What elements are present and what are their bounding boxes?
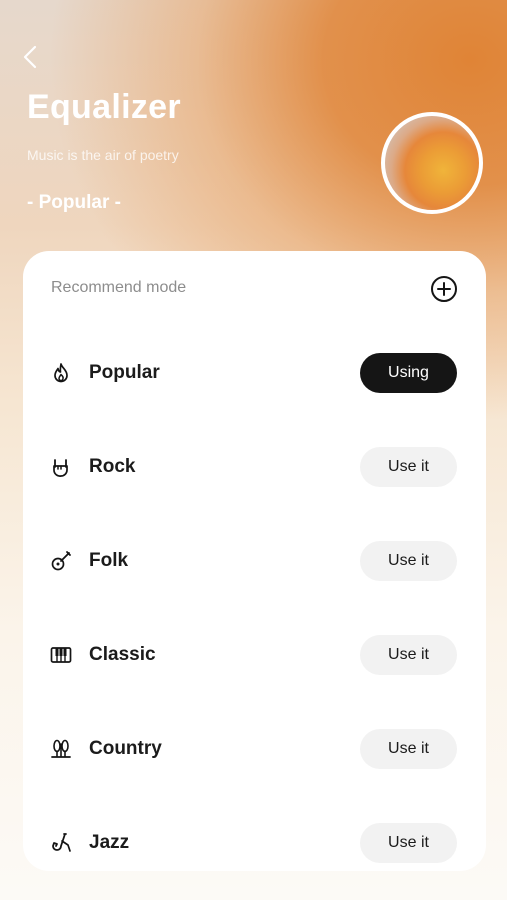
use-it-button-rock[interactable]: Use it <box>360 447 457 487</box>
add-mode-button[interactable] <box>430 275 458 303</box>
mode-row-folk: Folk Use it <box>23 541 486 581</box>
plus-circle-icon <box>431 276 457 302</box>
chevron-left-icon <box>23 45 37 69</box>
rock-hand-icon <box>53 459 68 477</box>
guitar-icon <box>51 551 71 571</box>
mode-name-rock: Rock <box>89 456 136 477</box>
mode-name-folk: Folk <box>89 550 129 571</box>
use-it-button-jazz[interactable]: Use it <box>360 823 457 863</box>
piano-keys-icon <box>50 647 72 663</box>
recommend-mode-heading: Recommend mode <box>51 279 187 296</box>
flame-icon <box>54 363 68 383</box>
mode-name-popular: Popular <box>89 362 160 383</box>
using-button-popular[interactable]: Using <box>360 353 457 393</box>
page-subtitle: Music is the air of poetry <box>27 147 179 163</box>
album-cover <box>381 112 483 214</box>
use-it-button-classic[interactable]: Use it <box>360 635 457 675</box>
mode-row-jazz: Jazz Use it <box>23 823 486 863</box>
saxophone-icon <box>52 833 71 852</box>
mode-name-country: Country <box>89 738 162 759</box>
mode-row-popular: Popular Using <box>23 353 486 393</box>
use-it-button-folk[interactable]: Use it <box>360 541 457 581</box>
back-button[interactable] <box>16 40 44 74</box>
current-mode-label: - Popular - <box>27 192 121 213</box>
mode-card: Recommend mode Popular Using Rock Use it <box>23 251 486 871</box>
mode-row-classic: Classic Use it <box>23 635 486 675</box>
mode-row-country: Country Use it <box>23 729 486 769</box>
mode-name-jazz: Jazz <box>89 832 130 853</box>
wheat-icon <box>51 739 71 758</box>
page-title: Equalizer <box>27 88 181 126</box>
use-it-button-country[interactable]: Use it <box>360 729 457 769</box>
mode-row-rock: Rock Use it <box>23 447 486 487</box>
mode-name-classic: Classic <box>89 644 156 665</box>
